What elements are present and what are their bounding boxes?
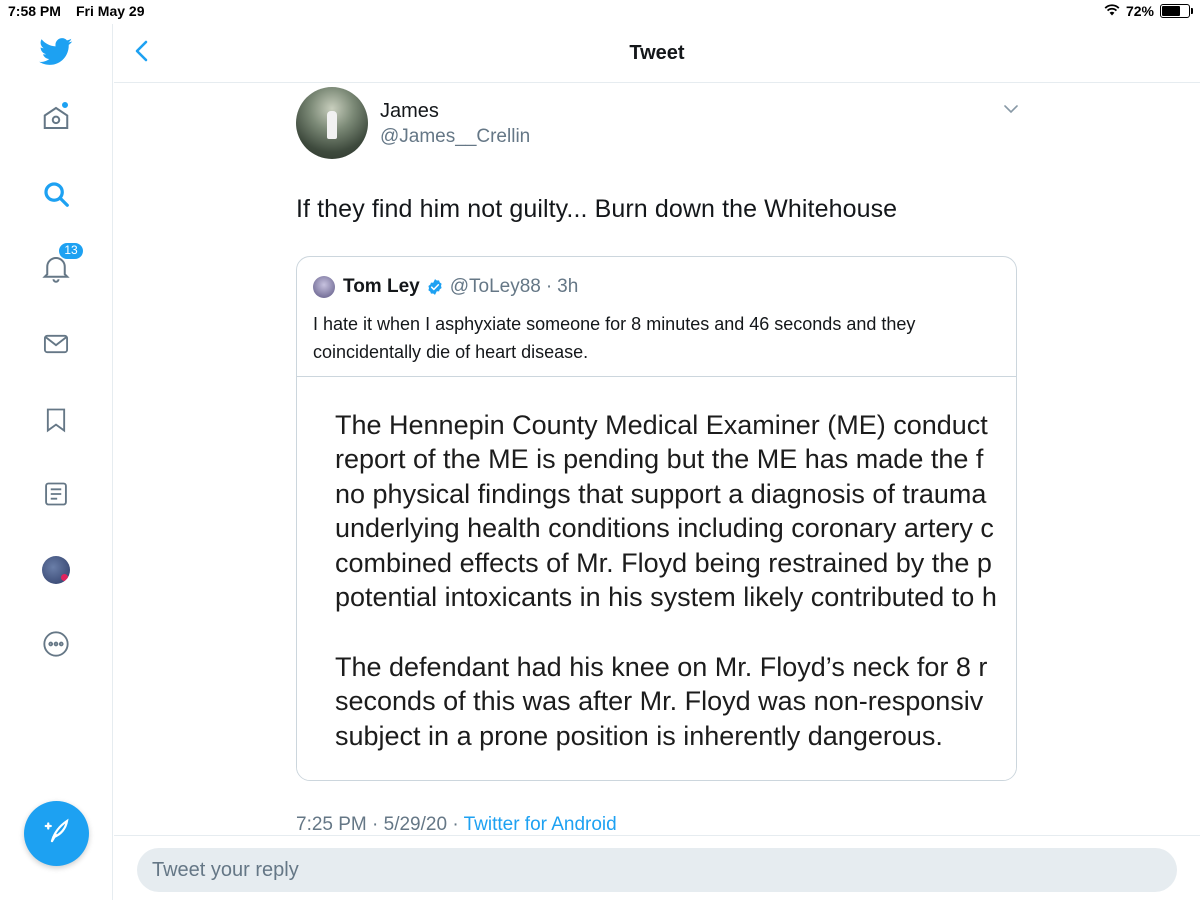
notifications-badge: 13 bbox=[58, 242, 84, 260]
battery-fill bbox=[1162, 6, 1181, 16]
status-time: 7:58 PM bbox=[8, 3, 61, 19]
reply-bar bbox=[114, 835, 1200, 900]
avatar bbox=[42, 556, 70, 584]
quoted-author-handle: @ToLey88 bbox=[449, 276, 541, 297]
document-line: subject in a prone position is inherentl… bbox=[335, 720, 943, 751]
document-line: report of the ME is pending but the ME h… bbox=[335, 444, 984, 475]
document-line: The defendant had his knee on Mr. Floyd’… bbox=[335, 652, 988, 682]
tweet-timestamp: 7:25 PM · 5/29/20 · bbox=[296, 814, 464, 835]
document-line: combined effects of Mr. Floyd being rest… bbox=[335, 547, 992, 578]
reply-input[interactable] bbox=[137, 848, 1177, 892]
header: Tweet bbox=[114, 24, 1200, 83]
status-right: 72% bbox=[1104, 3, 1193, 19]
search-icon[interactable] bbox=[36, 174, 76, 214]
verified-badge-icon bbox=[426, 278, 444, 296]
notifications-icon[interactable]: 13 bbox=[36, 242, 84, 288]
status-date: Fri May 29 bbox=[76, 3, 145, 19]
battery-icon bbox=[1160, 4, 1193, 18]
sidebar: 13 bbox=[0, 24, 113, 900]
quoted-tweet-image[interactable]: The Hennepin County Medical Examiner (ME… bbox=[297, 376, 1016, 780]
tweet-meta: 7:25 PM · 5/29/20 · Twitter for Android bbox=[296, 814, 617, 836]
twitter-logo-icon[interactable] bbox=[36, 32, 76, 72]
wifi-icon bbox=[1104, 3, 1120, 19]
compose-tweet-icon bbox=[42, 816, 72, 851]
bookmarks-icon[interactable] bbox=[36, 400, 76, 440]
document-line: no physical findings that support a diag… bbox=[335, 478, 987, 509]
document-paragraph-2: The defendant had his knee on Mr. Floyd’… bbox=[335, 650, 987, 753]
tweet-text: If they find him not guilty... Burn down… bbox=[296, 195, 898, 223]
author-avatar[interactable] bbox=[296, 87, 368, 159]
page-title: Tweet bbox=[629, 42, 685, 64]
document-line: The Hennepin County Medical Examiner (ME… bbox=[335, 410, 988, 440]
quoted-tweet-text: I hate it when I asphyxiate someone for … bbox=[313, 314, 916, 362]
tweet-options-button[interactable] bbox=[1002, 102, 1020, 118]
status-bar: 7:58 PM Fri May 29 72% bbox=[0, 0, 1200, 24]
document-paragraph-1: The Hennepin County Medical Examiner (ME… bbox=[335, 408, 997, 614]
quoted-separator: · bbox=[545, 276, 553, 297]
profile-avatar[interactable] bbox=[36, 550, 76, 590]
avatar-figure bbox=[327, 111, 337, 139]
lists-icon[interactable] bbox=[36, 474, 76, 514]
more-icon[interactable] bbox=[36, 624, 76, 664]
compose-tweet-button[interactable] bbox=[24, 801, 89, 866]
chevron-down-icon bbox=[1002, 102, 1020, 119]
quoted-tweet-header: Tom Ley @ToLey88 · 3h bbox=[313, 275, 578, 299]
author-name[interactable]: James bbox=[380, 100, 439, 123]
tweet-source-link[interactable]: Twitter for Android bbox=[464, 814, 617, 835]
quoted-tweet[interactable]: Tom Ley @ToLey88 · 3h I hate it when I a… bbox=[296, 256, 1017, 781]
quoted-author-avatar bbox=[313, 276, 335, 298]
quoted-author-name: Tom Ley bbox=[343, 276, 420, 297]
author-handle[interactable]: @James__Crellin bbox=[380, 126, 530, 148]
document-line: seconds of this was after Mr. Floyd was … bbox=[335, 686, 984, 717]
document-line: potential intoxicants in his system like… bbox=[335, 582, 997, 613]
messages-icon[interactable] bbox=[36, 324, 76, 364]
home-icon[interactable] bbox=[36, 98, 76, 138]
document-line: underlying health conditions including c… bbox=[335, 513, 994, 544]
quoted-time: 3h bbox=[557, 276, 579, 297]
battery-percent: 72% bbox=[1125, 3, 1154, 19]
home-unread-dot bbox=[61, 101, 69, 109]
